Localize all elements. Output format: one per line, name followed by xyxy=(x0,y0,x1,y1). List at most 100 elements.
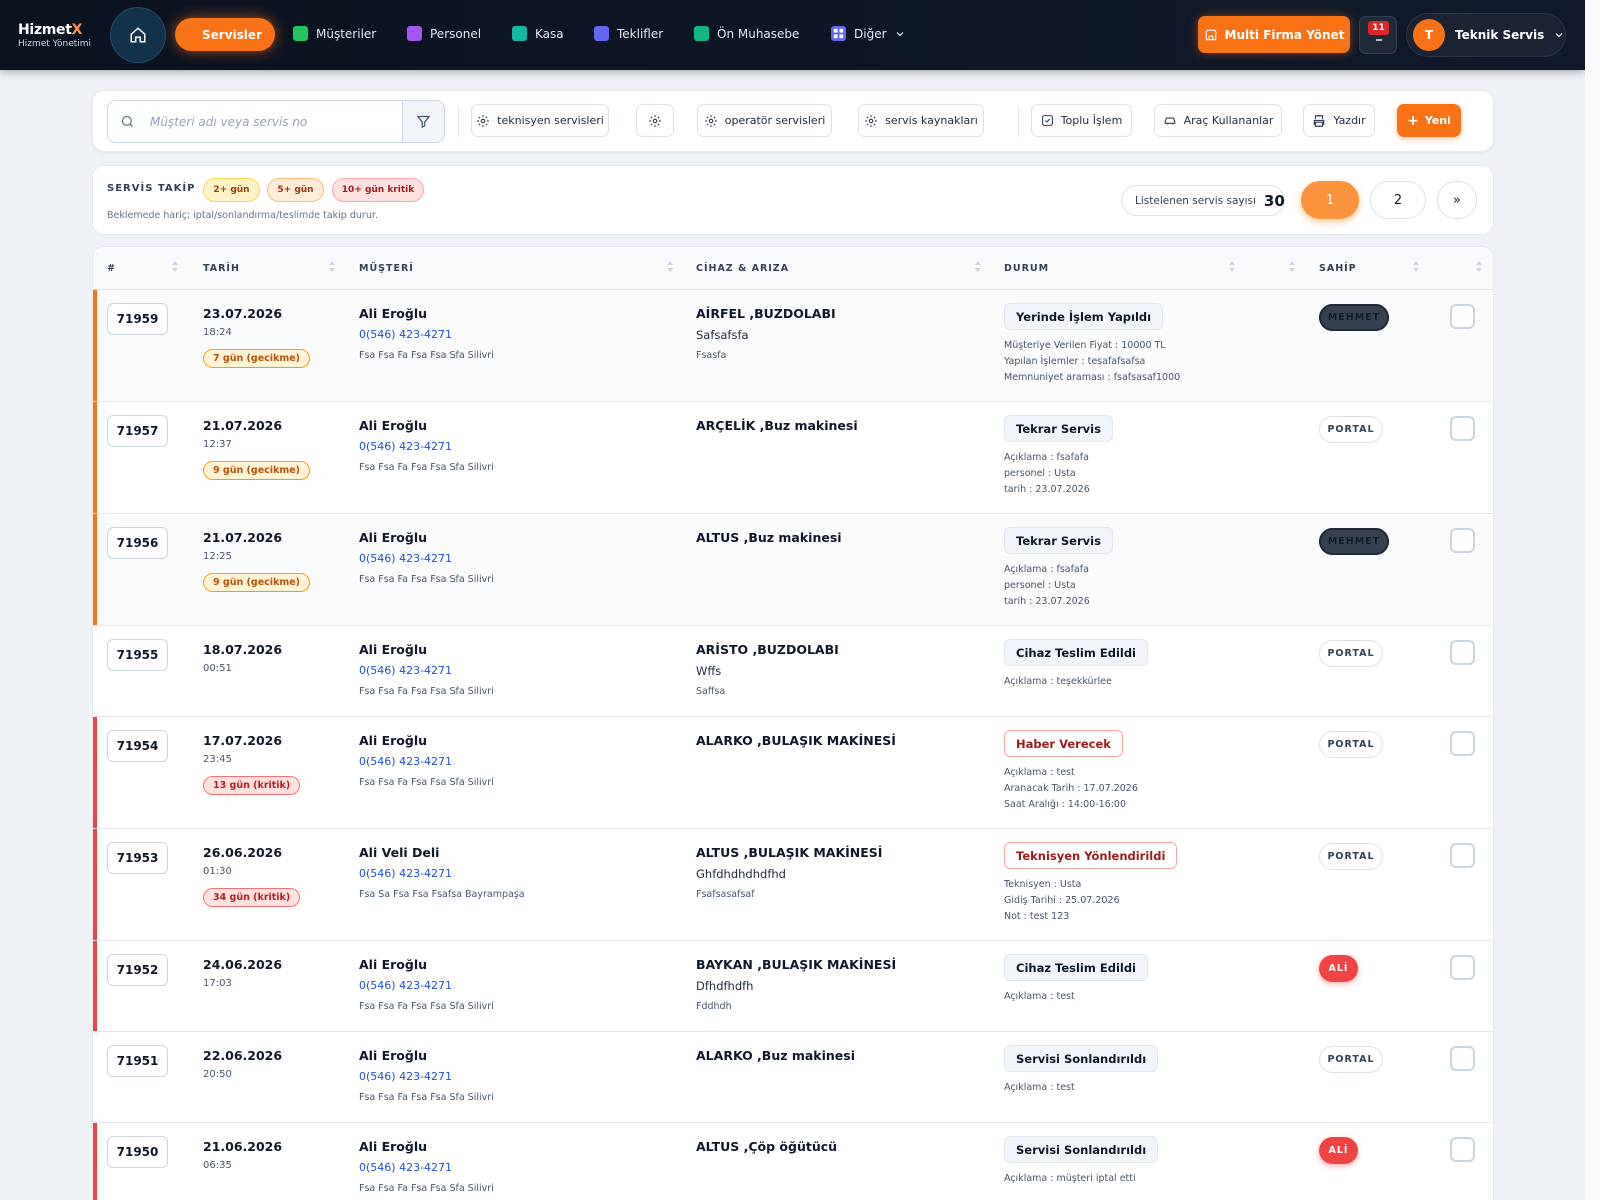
row-checkbox[interactable] xyxy=(1450,955,1475,980)
nav-kasa[interactable]: Kasa xyxy=(512,26,564,41)
status-badge[interactable]: Haber Verecek xyxy=(1004,730,1123,757)
customer-name[interactable]: Ali Eroğlu xyxy=(359,957,427,972)
table-row[interactable]: 71957 21.07.2026 12:37 9 gün (gecikme) Ali E… xyxy=(93,402,1493,514)
service-id[interactable]: 71956 xyxy=(107,527,168,559)
status-badge[interactable]: Cihaz Teslim Edildi xyxy=(1004,639,1149,666)
user-menu[interactable]: T Teknik Servis xyxy=(1406,13,1566,57)
status-badge[interactable]: Servisi Sonlandırıldı xyxy=(1004,1045,1159,1072)
customer-name[interactable]: Ali Veli Deli xyxy=(359,845,439,860)
multi-firma-button[interactable]: Multi Firma Yönet xyxy=(1198,16,1350,53)
table-row[interactable]: 71950 21.06.2026 06:35 Ali Eroğlu 0(546) 423… xyxy=(93,1123,1493,1200)
scrollbar-track[interactable] xyxy=(1585,0,1600,1200)
next-page-button[interactable]: » xyxy=(1437,181,1477,219)
customer-phone[interactable]: 0(546) 423-4271 xyxy=(359,328,452,341)
nav-teklifler[interactable]: Teklifler xyxy=(594,26,663,41)
customer-phone[interactable]: 0(546) 423-4271 xyxy=(359,867,452,880)
row-checkbox[interactable] xyxy=(1450,640,1475,665)
col-musteri[interactable]: MÜŞTERİ xyxy=(359,263,414,274)
row-checkbox[interactable] xyxy=(1450,1137,1475,1162)
nav-musteriler[interactable]: Müşteriler xyxy=(293,26,376,41)
customer-phone[interactable]: 0(546) 423-4271 xyxy=(359,552,452,565)
nav-personel[interactable]: Personel xyxy=(407,26,481,41)
table-row[interactable]: 71959 23.07.2026 18:24 7 gün (gecikme) Ali E… xyxy=(93,290,1493,402)
customer-phone[interactable]: 0(546) 423-4271 xyxy=(359,1161,452,1174)
chip-5-gun[interactable]: 5+ gün xyxy=(267,178,324,202)
col-tarih[interactable]: TARİH xyxy=(203,263,240,274)
teknisyen-servisleri-button[interactable]: teknisyen servisleri xyxy=(471,104,609,137)
col-durum[interactable]: DURUM xyxy=(1004,263,1049,274)
arac-kullananlar-button[interactable]: Araç Kullananlar xyxy=(1154,104,1282,137)
owner-badge[interactable]: PORTAL xyxy=(1319,416,1383,443)
col-sahip[interactable]: SAHİP xyxy=(1319,263,1357,274)
customer-phone[interactable]: 0(546) 423-4271 xyxy=(359,1070,452,1083)
owner-badge[interactable]: MEHMET xyxy=(1319,304,1389,331)
status-badge[interactable]: Servisi Sonlandırıldı xyxy=(1004,1136,1159,1163)
sort-icon[interactable] xyxy=(974,260,982,274)
owner-badge[interactable]: PORTAL xyxy=(1319,731,1383,758)
new-service-button[interactable]: + Yeni xyxy=(1397,104,1461,137)
owner-badge[interactable]: MEHMET xyxy=(1319,528,1389,555)
status-badge[interactable]: Tekrar Servis xyxy=(1004,415,1113,442)
customer-name[interactable]: Ali Eroğlu xyxy=(359,642,427,657)
settings-button[interactable] xyxy=(636,104,674,137)
nav-servisler[interactable]: Servisler xyxy=(175,18,275,51)
row-checkbox[interactable] xyxy=(1450,528,1475,553)
status-badge[interactable]: Teknisyen Yönlendirildi xyxy=(1004,842,1178,869)
customer-name[interactable]: Ali Eroğlu xyxy=(359,1139,427,1154)
service-id[interactable]: 71954 xyxy=(107,730,168,762)
service-id[interactable]: 71950 xyxy=(107,1136,168,1168)
service-id[interactable]: 71953 xyxy=(107,842,168,874)
table-row[interactable]: 71953 26.06.2026 01:30 34 gün (kritik) Ali V… xyxy=(93,829,1493,941)
customer-phone[interactable]: 0(546) 423-4271 xyxy=(359,664,452,677)
table-row[interactable]: 71952 24.06.2026 17:03 Ali Eroğlu 0(546) 423… xyxy=(93,941,1493,1032)
sort-icon[interactable] xyxy=(666,260,674,274)
row-checkbox[interactable] xyxy=(1450,416,1475,441)
customer-phone[interactable]: 0(546) 423-4271 xyxy=(359,755,452,768)
sort-icon[interactable] xyxy=(1288,260,1296,274)
page-2-button[interactable]: 2 xyxy=(1370,181,1426,219)
status-badge[interactable]: Cihaz Teslim Edildi xyxy=(1004,954,1149,981)
service-id[interactable]: 71951 xyxy=(107,1045,168,1077)
customer-name[interactable]: Ali Eroğlu xyxy=(359,1048,427,1063)
status-badge[interactable]: Tekrar Servis xyxy=(1004,527,1113,554)
customer-name[interactable]: Ali Eroğlu xyxy=(359,418,427,433)
table-row[interactable]: 71955 18.07.2026 00:51 Ali Eroğlu 0(546) 423… xyxy=(93,626,1493,717)
owner-badge[interactable]: PORTAL xyxy=(1319,640,1383,667)
customer-phone[interactable]: 0(546) 423-4271 xyxy=(359,440,452,453)
nav-diger[interactable]: Diğer xyxy=(831,26,905,41)
home-button[interactable] xyxy=(110,7,166,63)
row-checkbox[interactable] xyxy=(1450,843,1475,868)
brand-logo[interactable]: HizmetX Hizmet Yönetimi xyxy=(18,22,91,49)
chip-10-gun-kritik[interactable]: 10+ gün kritik xyxy=(332,178,424,202)
print-button[interactable]: Yazdır xyxy=(1303,104,1375,137)
service-id[interactable]: 71955 xyxy=(107,639,168,671)
owner-badge[interactable]: PORTAL xyxy=(1319,843,1383,870)
sort-icon[interactable] xyxy=(1412,260,1420,274)
notifications-button[interactable]: 11 xyxy=(1359,16,1397,54)
row-checkbox[interactable] xyxy=(1450,304,1475,329)
table-row[interactable]: 71951 22.06.2026 20:50 Ali Eroğlu 0(546) 423… xyxy=(93,1032,1493,1123)
toplu-islem-button[interactable]: Toplu İşlem xyxy=(1031,104,1132,137)
nav-on-muhasebe[interactable]: Ön Muhasebe xyxy=(694,26,799,41)
service-id[interactable]: 71952 xyxy=(107,954,168,986)
sort-icon[interactable] xyxy=(328,260,336,274)
chip-2-gun[interactable]: 2+ gün xyxy=(203,178,260,202)
service-id[interactable]: 71957 xyxy=(107,415,168,447)
sort-icon[interactable] xyxy=(171,260,179,274)
search-input[interactable] xyxy=(150,111,390,133)
sort-icon[interactable] xyxy=(1475,260,1483,274)
page-1-button[interactable]: 1 xyxy=(1301,181,1359,219)
table-row[interactable]: 71954 17.07.2026 23:45 13 gün (kritik) Ali E… xyxy=(93,717,1493,829)
customer-name[interactable]: Ali Eroğlu xyxy=(359,733,427,748)
sort-icon[interactable] xyxy=(1228,260,1236,274)
owner-badge[interactable]: ALİ xyxy=(1319,955,1358,982)
row-checkbox[interactable] xyxy=(1450,731,1475,756)
col-cihaz-ariza[interactable]: CİHAZ & ARIZA xyxy=(696,263,789,274)
status-badge[interactable]: Yerinde İşlem Yapıldı xyxy=(1004,303,1164,330)
filter-button[interactable] xyxy=(402,101,444,142)
table-row[interactable]: 71956 21.07.2026 12:25 9 gün (gecikme) Ali E… xyxy=(93,514,1493,626)
servis-kaynaklari-button[interactable]: servis kaynakları xyxy=(858,104,984,137)
col-id[interactable]: # xyxy=(107,263,116,274)
customer-name[interactable]: Ali Eroğlu xyxy=(359,306,427,321)
owner-badge[interactable]: PORTAL xyxy=(1319,1046,1383,1073)
